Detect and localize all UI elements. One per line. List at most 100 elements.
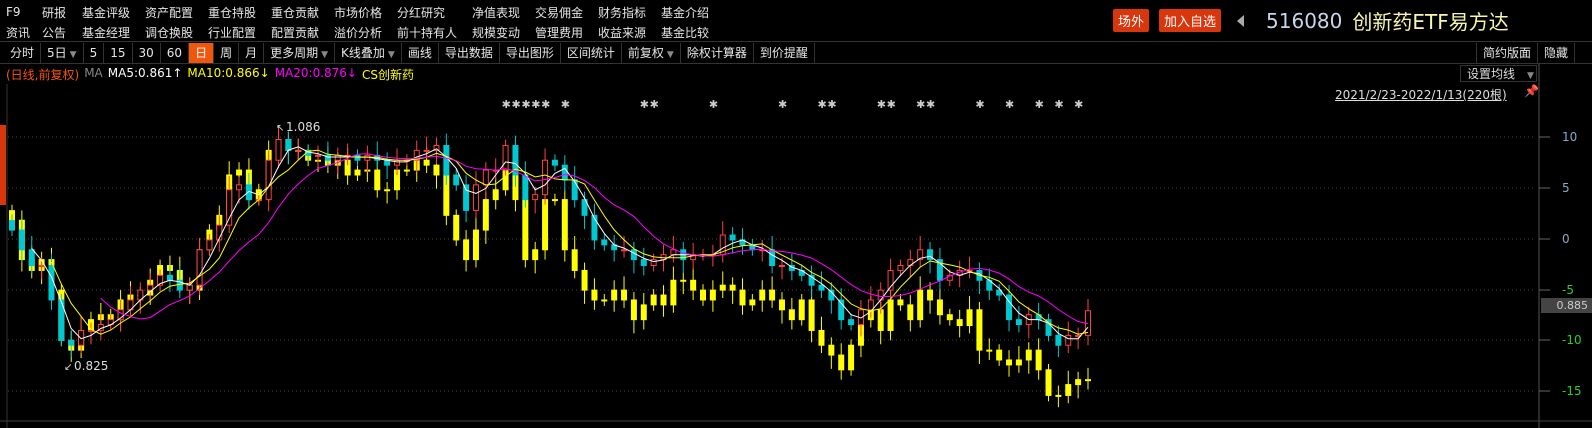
event-marker-icon[interactable]: ✱	[975, 98, 984, 111]
overlay-candle	[986, 349, 993, 352]
overlay-candle	[1025, 349, 1032, 361]
overlay-candle	[1035, 349, 1042, 371]
candle	[769, 249, 776, 267]
event-marker-icon[interactable]: ✱	[1035, 98, 1044, 111]
overlay-candle	[936, 299, 943, 316]
overlay-candle	[769, 289, 776, 301]
axis-tick-label: 0	[1562, 232, 1570, 246]
overlay-candle	[1015, 359, 1022, 366]
low-price-label: 0.825	[74, 359, 108, 373]
candle	[630, 249, 637, 261]
overlay-candle	[601, 299, 608, 302]
candle	[423, 149, 430, 152]
event-marker-icon[interactable]: ✱	[1054, 98, 1063, 111]
candle	[1035, 314, 1042, 321]
event-marker-icon[interactable]: ✱	[1074, 98, 1083, 111]
axis-tick-label: 10	[1562, 130, 1577, 144]
candle	[285, 139, 292, 151]
event-marker-icon[interactable]: ✱	[541, 98, 550, 111]
overlay-candle	[1075, 379, 1082, 386]
event-marker-icon[interactable]: ✱	[827, 98, 836, 111]
event-marker-icon[interactable]: ✱	[817, 98, 826, 111]
overlay-candle	[719, 284, 726, 291]
candle	[226, 189, 233, 226]
candle	[927, 249, 934, 261]
candle	[601, 239, 608, 246]
event-marker-icon[interactable]: ✱	[521, 98, 530, 111]
overlay-candle	[472, 229, 479, 261]
candle	[28, 249, 35, 267]
candle	[867, 299, 874, 311]
left-scale-marker	[0, 125, 6, 205]
event-marker-icon[interactable]: ✱	[926, 98, 935, 111]
overlay-candle	[808, 299, 815, 331]
overlay-candle	[778, 299, 785, 311]
candle	[196, 249, 203, 286]
candle	[1015, 319, 1022, 326]
candle	[9, 220, 15, 231]
candle	[275, 139, 282, 161]
event-marker-icon[interactable]: ✱	[531, 98, 540, 111]
overlay-candle	[571, 249, 578, 271]
overlay-candle	[1006, 359, 1013, 366]
overlay-candle	[848, 344, 855, 371]
candle	[472, 184, 479, 211]
overlay-candle	[670, 279, 677, 306]
event-marker-icon[interactable]: ✱	[502, 98, 511, 111]
event-marker-icon[interactable]: ✱	[640, 98, 649, 111]
overlay-candle	[561, 199, 568, 251]
candle	[1065, 334, 1072, 346]
kline-chart[interactable]: ✱ ✱ ✱ ✱ ✱ ✱ ✱ ✱ ✱ ✱ ✱ ✱ ✱ ✱ ✱ ✱ ✱ ✱ ✱ ✱ ✱1050-5-10-151.086↖0…	[0, 0, 1592, 428]
overlay-candle	[453, 214, 460, 241]
axis-tick-label: -5	[1562, 283, 1574, 297]
event-marker-icon[interactable]: ✱	[709, 98, 718, 111]
overlay-candle	[966, 309, 973, 327]
candle	[482, 169, 489, 186]
candle	[443, 144, 450, 176]
event-marker-icon[interactable]: ✱	[1005, 98, 1014, 111]
overlay-candle	[611, 289, 618, 301]
overlay-candle	[690, 279, 697, 291]
overlay-candle	[1055, 394, 1062, 397]
event-marker-icon[interactable]: ✱	[887, 98, 896, 111]
overlay-candle	[798, 299, 805, 321]
candle	[542, 159, 549, 196]
event-marker-icon[interactable]: ✱	[561, 98, 570, 111]
overlay-candle	[729, 284, 736, 291]
overlay-candle	[887, 299, 894, 331]
candle	[48, 265, 55, 301]
overlay-candle	[917, 289, 924, 321]
overlay-candle	[403, 169, 410, 172]
event-marker-icon[interactable]: ✱	[650, 98, 659, 111]
overlay-candle	[946, 314, 953, 321]
candle	[68, 339, 75, 346]
overlay-candle	[907, 304, 914, 321]
overlay-candle	[463, 239, 470, 261]
event-marker-icon[interactable]: ✱	[877, 98, 886, 111]
overlay-candle	[700, 289, 707, 301]
overlay-candle	[492, 189, 499, 201]
event-marker-icon[interactable]: ✱	[916, 98, 925, 111]
candle	[315, 154, 322, 157]
event-marker-icon[interactable]: ✱	[778, 98, 787, 111]
overlay-candle	[522, 199, 529, 261]
candle	[295, 149, 302, 152]
overlay-candle	[1065, 384, 1072, 396]
overlay-candle	[423, 159, 430, 166]
candle	[236, 184, 243, 191]
candle	[463, 184, 470, 211]
candle	[561, 164, 568, 181]
candle	[334, 154, 341, 161]
candle	[38, 265, 45, 268]
overlay-candle	[709, 289, 716, 301]
overlay-candle	[482, 199, 489, 231]
overlay-candle	[630, 299, 637, 321]
candle	[640, 259, 647, 267]
overlay-candle	[591, 289, 598, 301]
overlay-candle	[897, 299, 904, 306]
candle	[729, 234, 736, 241]
event-marker-icon[interactable]: ✱	[511, 98, 520, 111]
overlay-candle	[680, 279, 687, 282]
overlay-candle	[374, 169, 381, 191]
overlay-candle	[927, 289, 934, 301]
